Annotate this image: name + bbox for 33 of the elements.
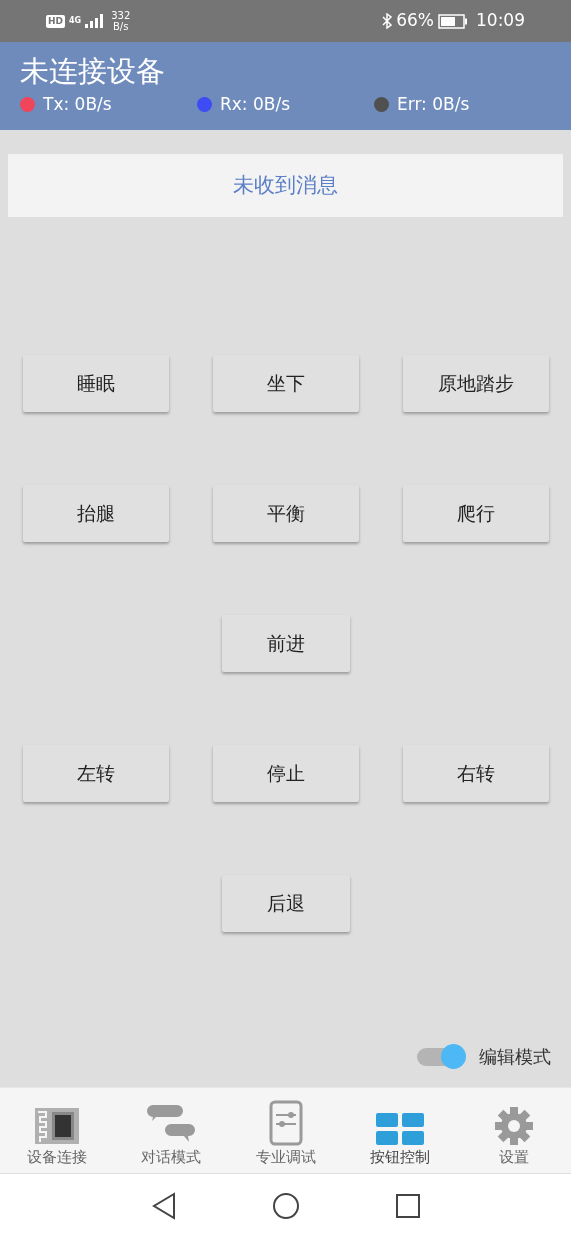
hd-badge: HD bbox=[46, 14, 65, 28]
command-button[interactable]: 原地踏步 bbox=[402, 355, 549, 412]
switch-label: 编辑模式 bbox=[479, 1045, 551, 1069]
command-button[interactable]: 抬腿 bbox=[22, 485, 169, 542]
nav-tab[interactable]: 专业调试 bbox=[228, 1088, 343, 1173]
command-button[interactable]: 前进 bbox=[221, 615, 350, 672]
network-speed: 332 bbox=[111, 10, 131, 21]
home-icon[interactable] bbox=[271, 1192, 300, 1220]
command-button[interactable]: 平衡 bbox=[212, 485, 359, 542]
stat-label: Rx: 0B/s bbox=[220, 93, 291, 116]
nav-tab[interactable]: 按钮控制 bbox=[342, 1088, 457, 1173]
stat-label: Tx: 0B/s bbox=[43, 93, 112, 116]
command-button[interactable]: 左转 bbox=[22, 745, 169, 802]
clock: 10:09 bbox=[476, 9, 525, 33]
battery-level: 66% bbox=[396, 9, 434, 33]
speed-unit: B/s bbox=[111, 21, 130, 32]
nav-tab[interactable]: 设置 bbox=[456, 1088, 571, 1173]
command-button[interactable]: 停止 bbox=[212, 745, 359, 802]
command-button[interactable]: 睡眠 bbox=[22, 355, 169, 412]
command-button[interactable]: 爬行 bbox=[402, 485, 549, 542]
edit-mode-switch[interactable] bbox=[417, 1047, 463, 1066]
back-icon[interactable] bbox=[150, 1192, 177, 1220]
screen-title: 未连接设备 bbox=[20, 53, 166, 90]
recents-icon[interactable] bbox=[394, 1193, 421, 1219]
sliders-icon bbox=[268, 1100, 303, 1146]
command-button[interactable]: 后退 bbox=[221, 875, 350, 932]
network-type: 4G bbox=[69, 15, 82, 27]
message-panel: 未收到消息 bbox=[8, 154, 563, 217]
nav-tab[interactable]: 对话模式 bbox=[114, 1088, 229, 1173]
nav-tab[interactable]: 设备连接 bbox=[0, 1088, 115, 1173]
stat-label: Err: 0B/s bbox=[397, 93, 470, 116]
command-button[interactable]: 右转 bbox=[402, 745, 549, 802]
command-button[interactable]: 坐下 bbox=[212, 355, 359, 412]
